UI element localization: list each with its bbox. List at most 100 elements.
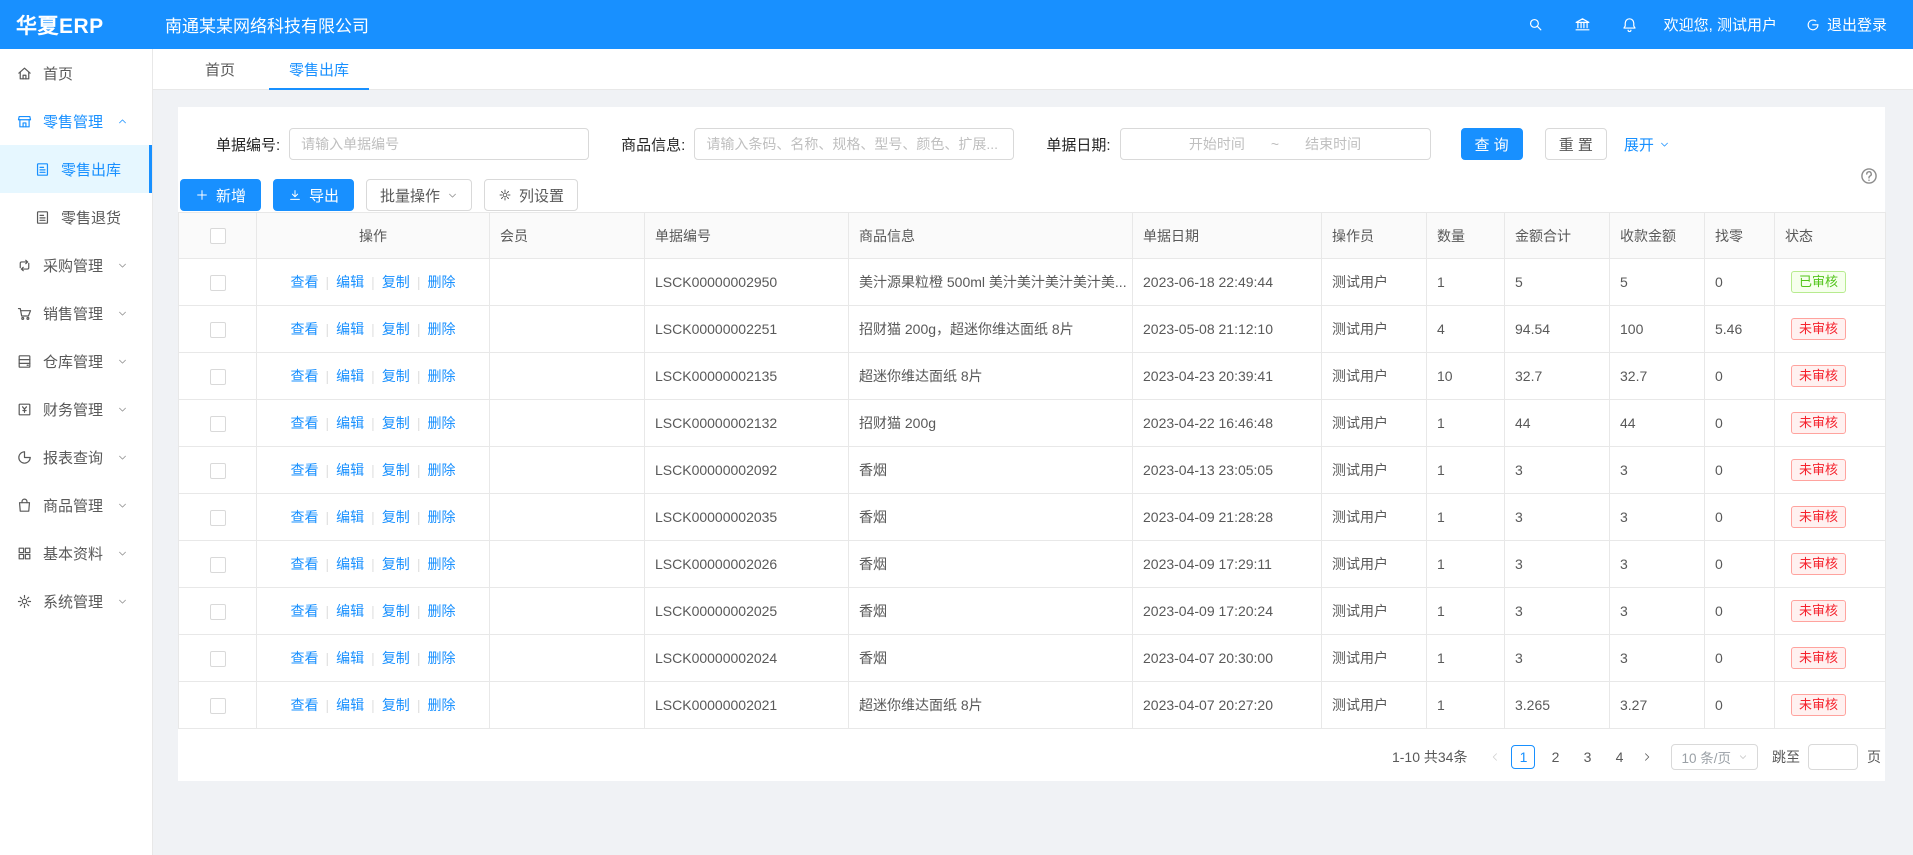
logout-button[interactable]: 退出登录 (1805, 14, 1887, 35)
delete-link[interactable]: 删除 (427, 321, 455, 337)
view-link[interactable]: 查看 (291, 556, 319, 572)
view-link[interactable]: 查看 (291, 650, 319, 666)
chevron-left-icon (1489, 751, 1501, 763)
product-info-input[interactable] (694, 128, 1014, 160)
edit-link[interactable]: 编辑 (336, 556, 364, 572)
tab-home[interactable]: 首页 (185, 49, 255, 89)
sidebar-item-warehouse[interactable]: 仓库管理 (0, 337, 152, 385)
status-badge: 未审核 (1791, 318, 1846, 340)
jump-page-input[interactable] (1808, 744, 1858, 770)
delete-link[interactable]: 删除 (427, 509, 455, 525)
sidebar-item-sales[interactable]: 销售管理 (0, 289, 152, 337)
search-icon[interactable] (1527, 16, 1544, 33)
bill-no-input[interactable] (289, 128, 589, 160)
edit-link[interactable]: 编辑 (336, 603, 364, 619)
delete-link[interactable]: 删除 (427, 368, 455, 384)
view-link[interactable]: 查看 (291, 603, 319, 619)
sidebar-item-retail[interactable]: 零售管理 (0, 97, 152, 145)
row-checkbox[interactable] (210, 463, 226, 479)
copy-link[interactable]: 复制 (382, 368, 410, 384)
reset-button[interactable]: 重 置 (1545, 128, 1607, 160)
view-link[interactable]: 查看 (291, 509, 319, 525)
tab-retail-outbound[interactable]: 零售出库 (269, 49, 369, 89)
sidebar-item-retail-return[interactable]: 零售退货 (0, 193, 152, 241)
row-checkbox[interactable] (210, 557, 226, 573)
bill-no-cell: LSCK00000002026 (645, 541, 849, 588)
help-icon[interactable] (1859, 166, 1879, 186)
link-separator: | (326, 368, 330, 384)
next-page-button[interactable] (1635, 745, 1659, 769)
edit-link[interactable]: 编辑 (336, 415, 364, 431)
sidebar-item-report[interactable]: 报表查询 (0, 433, 152, 481)
delete-link[interactable]: 删除 (427, 462, 455, 478)
bill-no-cell: LSCK00000002025 (645, 588, 849, 635)
page-2-button[interactable]: 2 (1543, 745, 1567, 769)
row-checkbox[interactable] (210, 698, 226, 714)
bill-no-cell: LSCK00000002024 (645, 635, 849, 682)
select-all-checkbox[interactable] (210, 228, 226, 244)
edit-link[interactable]: 编辑 (336, 321, 364, 337)
row-checkbox[interactable] (210, 369, 226, 385)
copy-link[interactable]: 复制 (382, 697, 410, 713)
row-checkbox[interactable] (210, 604, 226, 620)
batch-actions-button[interactable]: 批量操作 (366, 179, 472, 211)
prev-page-button[interactable] (1483, 745, 1507, 769)
page-3-button[interactable]: 3 (1575, 745, 1599, 769)
column-settings-button[interactable]: 列设置 (484, 179, 578, 211)
view-link[interactable]: 查看 (291, 697, 319, 713)
tab-retail-outbound-label: 零售出库 (289, 59, 349, 80)
sidebar-item-system[interactable]: 系统管理 (0, 577, 152, 625)
copy-link[interactable]: 复制 (382, 509, 410, 525)
sync-icon (16, 257, 33, 274)
edit-link[interactable]: 编辑 (336, 274, 364, 290)
delete-link[interactable]: 删除 (427, 603, 455, 619)
copy-link[interactable]: 复制 (382, 274, 410, 290)
delete-link[interactable]: 删除 (427, 556, 455, 572)
sidebar-item-basic[interactable]: 基本资料 (0, 529, 152, 577)
edit-link[interactable]: 编辑 (336, 368, 364, 384)
export-button[interactable]: 导出 (273, 179, 354, 211)
copy-link[interactable]: 复制 (382, 321, 410, 337)
link-separator: | (371, 650, 375, 666)
row-checkbox[interactable] (210, 651, 226, 667)
sidebar-item-retail-out[interactable]: 零售出库 (0, 145, 152, 193)
view-link[interactable]: 查看 (291, 462, 319, 478)
sidebar-item-purchase[interactable]: 采购管理 (0, 241, 152, 289)
row-checkbox[interactable] (210, 416, 226, 432)
bill-no-cell: LSCK00000002021 (645, 682, 849, 729)
notification-bell-icon[interactable] (1621, 16, 1638, 33)
page-4-button[interactable]: 4 (1607, 745, 1631, 769)
copy-link[interactable]: 复制 (382, 556, 410, 572)
row-checkbox[interactable] (210, 275, 226, 291)
page-size-select[interactable]: 10 条/页 (1671, 744, 1758, 770)
add-button[interactable]: 新增 (180, 179, 261, 211)
view-link[interactable]: 查看 (291, 368, 319, 384)
row-checkbox[interactable] (210, 322, 226, 338)
view-link[interactable]: 查看 (291, 274, 319, 290)
copy-link[interactable]: 复制 (382, 415, 410, 431)
date-range-picker[interactable]: 开始时间 ~ 结束时间 (1120, 128, 1431, 160)
sidebar-item-product[interactable]: 商品管理 (0, 481, 152, 529)
expand-link[interactable]: 展开 (1624, 134, 1670, 155)
page-1-button[interactable]: 1 (1511, 745, 1535, 769)
view-link[interactable]: 查看 (291, 321, 319, 337)
sidebar-item-finance[interactable]: 财务管理 (0, 385, 152, 433)
bank-icon[interactable] (1574, 16, 1591, 33)
delete-link[interactable]: 删除 (427, 650, 455, 666)
edit-link[interactable]: 编辑 (336, 509, 364, 525)
link-separator: | (326, 415, 330, 431)
copy-link[interactable]: 复制 (382, 603, 410, 619)
received-amount-cell: 3 (1610, 635, 1705, 682)
search-button[interactable]: 查 询 (1461, 128, 1523, 160)
row-checkbox[interactable] (210, 510, 226, 526)
copy-link[interactable]: 复制 (382, 462, 410, 478)
delete-link[interactable]: 删除 (427, 697, 455, 713)
delete-link[interactable]: 删除 (427, 274, 455, 290)
view-link[interactable]: 查看 (291, 415, 319, 431)
delete-link[interactable]: 删除 (427, 415, 455, 431)
copy-link[interactable]: 复制 (382, 650, 410, 666)
edit-link[interactable]: 编辑 (336, 462, 364, 478)
sidebar-item-home[interactable]: 首页 (0, 49, 152, 97)
edit-link[interactable]: 编辑 (336, 697, 364, 713)
edit-link[interactable]: 编辑 (336, 650, 364, 666)
